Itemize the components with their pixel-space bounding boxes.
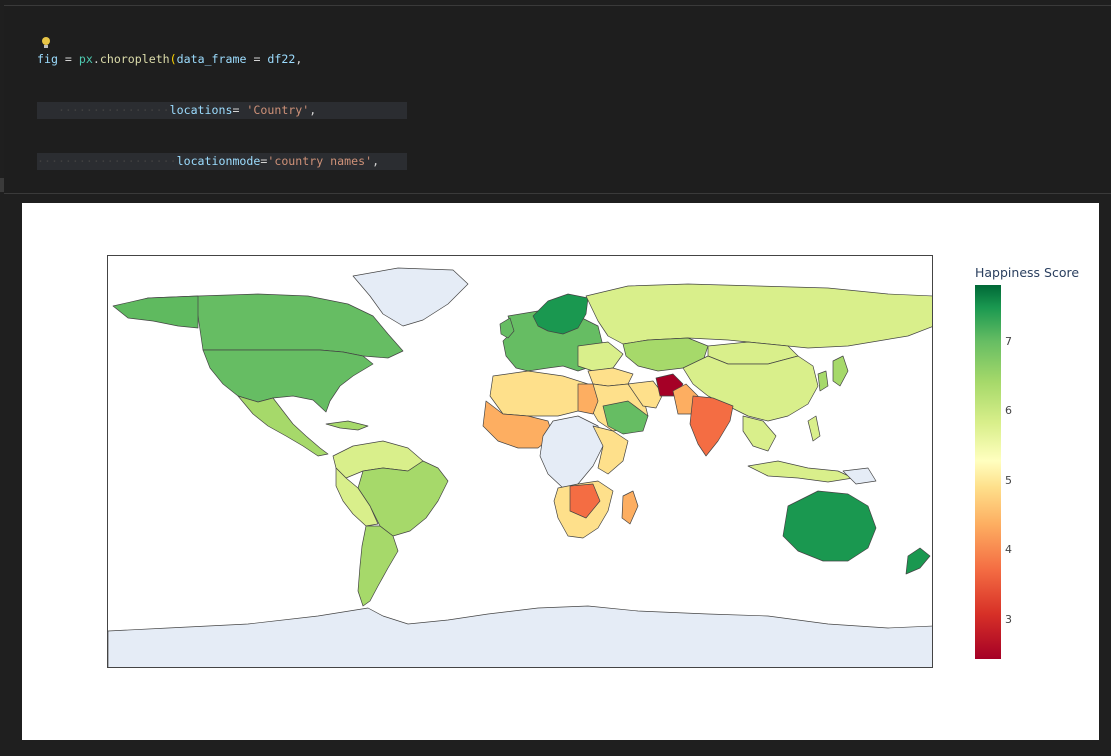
code-line: ····················locationmode='countr… bbox=[37, 153, 407, 170]
alaska-region bbox=[112, 295, 199, 329]
papua-region bbox=[842, 467, 877, 485]
colorbar-tick: 7 bbox=[1005, 335, 1012, 348]
colorbar-tick: 3 bbox=[1005, 613, 1012, 626]
colorbar-gradient bbox=[975, 285, 1001, 659]
plot-output: Happiness Score 7 6 5 4 3 bbox=[22, 203, 1099, 740]
antarctica-region bbox=[108, 605, 932, 667]
code-line: ················locations= 'Country', bbox=[37, 102, 407, 119]
north-africa-region bbox=[489, 370, 594, 417]
new-zealand-region bbox=[905, 547, 931, 575]
argentina-region bbox=[357, 525, 399, 607]
caribbean-region bbox=[325, 420, 369, 431]
turkey-region bbox=[587, 367, 634, 387]
world-map-svg bbox=[108, 267, 932, 667]
madagascar-region bbox=[621, 490, 639, 525]
india-region bbox=[689, 395, 734, 457]
mexico-region bbox=[237, 395, 329, 457]
cell-execution-marker bbox=[0, 178, 4, 192]
indonesia-region bbox=[747, 460, 854, 483]
philippines-region bbox=[807, 415, 821, 442]
russia-region bbox=[585, 283, 932, 349]
japan-region bbox=[832, 355, 849, 387]
colorbar-tick: 5 bbox=[1005, 474, 1012, 487]
usa-region bbox=[202, 349, 374, 413]
colorbar-tick: 6 bbox=[1005, 404, 1012, 417]
code-cell[interactable]: fig = px.choropleth(data_frame = df22, ·… bbox=[0, 5, 1111, 474]
choropleth-map[interactable] bbox=[107, 255, 933, 668]
code-line: fig = px.choropleth(data_frame = df22, bbox=[37, 52, 303, 66]
korea-region bbox=[817, 370, 829, 392]
australia-region bbox=[782, 490, 877, 562]
colorbar-title: Happiness Score bbox=[975, 265, 1080, 280]
southeast-asia-region bbox=[742, 415, 777, 452]
colorbar-tick: 4 bbox=[1005, 543, 1012, 556]
eastern-europe-region bbox=[577, 341, 624, 372]
